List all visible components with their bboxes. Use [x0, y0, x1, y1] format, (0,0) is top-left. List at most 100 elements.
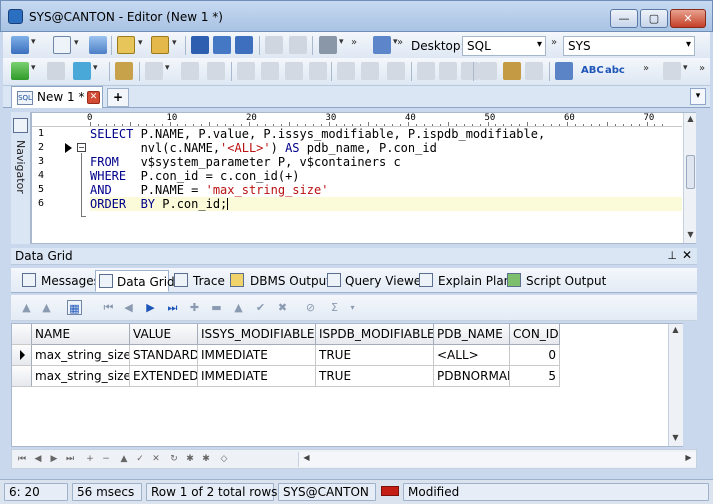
execute-script-icon[interactable] [73, 62, 98, 80]
close-window-button[interactable]: ✕ [670, 9, 706, 28]
uncomment-icon[interactable] [439, 62, 457, 80]
scroll-left-icon[interactable]: ◀ [301, 453, 312, 465]
navigator-sidebar[interactable]: Navigator [11, 112, 31, 244]
copy-result-icon[interactable] [479, 62, 497, 80]
next-record-icon[interactable]: ▶ [143, 300, 158, 315]
scroll-thumb[interactable] [686, 155, 695, 189]
disconnect-icon[interactable] [89, 36, 107, 54]
prior-record-icon[interactable]: ◀ [121, 300, 136, 315]
nav-filter-icon[interactable]: ◇ [218, 453, 230, 465]
pin-icon[interactable]: ⊥ [667, 249, 677, 262]
explain-plan-icon[interactable] [115, 62, 133, 80]
close-panel-icon[interactable]: ✕ [682, 248, 692, 262]
refresh-icon[interactable]: ⊘ [303, 300, 318, 315]
data-grid[interactable]: ▲ ▼ NAME VALUE ISSYS_MODIFIABLE ISPDB_MODIF… [11, 323, 683, 447]
code-area[interactable]: SELECT P.NAME, P.value, P.issys_modifiab… [90, 127, 682, 243]
grid-options-icon[interactable]: ▦ [67, 300, 82, 315]
code-line[interactable]: nvl(c.NAME,'<ALL>') AS pdb_name, P.con_i… [90, 141, 437, 155]
column-header[interactable]: VALUE [130, 324, 198, 345]
row-indicator[interactable] [12, 366, 32, 387]
new-tab-button[interactable]: + [107, 88, 129, 107]
lock-icon[interactable]: ▲ [19, 300, 34, 315]
column-header[interactable]: CON_ID [510, 324, 560, 345]
save-all-icon[interactable] [235, 36, 253, 54]
grid-horizontal-scrollbar[interactable]: ◀ ▶ [298, 452, 696, 467]
step-over-icon[interactable] [261, 62, 279, 80]
code-line[interactable]: FROM v$system_parameter P, v$containers … [90, 155, 401, 169]
desktop-icon[interactable] [373, 36, 398, 54]
tab-list-button[interactable]: ▾ [690, 88, 706, 105]
code-line[interactable]: SELECT P.NAME, P.value, P.issys_modifiab… [90, 127, 545, 141]
sum-icon[interactable]: Σ [327, 300, 342, 315]
toolbar-overflow-icon[interactable]: » [351, 37, 357, 48]
save-as-icon[interactable] [213, 36, 231, 54]
nav-edit-icon[interactable]: ▲ [118, 453, 130, 465]
table-cell[interactable]: EXTENDED [130, 366, 198, 387]
column-icon[interactable] [555, 62, 573, 80]
grid-corner[interactable] [12, 324, 32, 345]
evaluate-icon[interactable] [387, 62, 405, 80]
clipboard-icon[interactable] [525, 62, 543, 80]
lock-alt-icon[interactable]: ▲ [39, 300, 54, 315]
recent-files-icon[interactable] [151, 36, 177, 54]
code-line[interactable]: AND P.NAME = 'max_string_size' [90, 183, 328, 197]
row-indicator[interactable] [12, 345, 32, 366]
options-icon[interactable] [663, 62, 688, 80]
insert-record-icon[interactable]: ✚ [187, 300, 202, 315]
desktop-select[interactable]: SQL [462, 36, 546, 56]
nav-next-page-icon[interactable]: ▶ [48, 453, 60, 465]
code-line[interactable]: ORDER BY P.con_id; [90, 197, 682, 211]
comment-icon[interactable] [417, 62, 435, 80]
nav-prior-page-icon[interactable]: ◀ [32, 453, 44, 465]
scroll-down-icon[interactable]: ▼ [685, 230, 696, 241]
first-record-icon[interactable]: ⏮ [101, 300, 116, 315]
nav-last-page-icon[interactable]: ⏭ [64, 453, 76, 465]
column-header[interactable]: NAME [32, 324, 130, 345]
breakpoint-icon[interactable] [337, 62, 355, 80]
stop-icon[interactable] [47, 62, 65, 80]
execute-icon[interactable] [11, 62, 36, 80]
more-tools-icon[interactable] [461, 62, 486, 80]
table-cell[interactable]: 0 [510, 345, 560, 366]
fold-toggle[interactable]: − [77, 143, 86, 152]
sql-editor[interactable]: 0 10 20 30 40 50 60 70 123456 − SELECT P.NAME, … [31, 112, 696, 244]
toolbar-overflow-icon-3[interactable]: » [551, 37, 557, 48]
cut-icon[interactable] [265, 36, 283, 54]
paste-icon[interactable] [503, 62, 521, 80]
grid-scroll-down-icon[interactable]: ▼ [670, 433, 681, 444]
table-cell[interactable]: <ALL> [434, 345, 510, 366]
uppercase-button[interactable]: ABC [581, 65, 604, 76]
debug-icon[interactable] [145, 62, 170, 80]
table-cell[interactable]: 5 [510, 366, 560, 387]
tab-query-viewer[interactable]: Query Viewer [325, 270, 426, 292]
run-to-cursor-icon[interactable] [309, 62, 327, 80]
grid-vertical-scrollbar[interactable]: ▲ ▼ [668, 324, 683, 446]
copy-icon[interactable] [289, 36, 307, 54]
nav-cancel-icon[interactable]: ✕ [150, 453, 162, 465]
scroll-right-icon[interactable]: ▶ [683, 453, 694, 465]
last-record-icon[interactable]: ⏭ [165, 300, 180, 315]
table-cell[interactable]: max_string_size [32, 345, 130, 366]
nav-post-icon[interactable]: ✓ [134, 453, 146, 465]
delete-record-icon[interactable]: ▬ [209, 300, 224, 315]
nav-bookmark-icon[interactable]: ✱ [184, 453, 196, 465]
cancel-edit-icon[interactable]: ✖ [275, 300, 290, 315]
nav-insert-icon[interactable]: + [84, 453, 96, 465]
editor-vertical-scrollbar[interactable]: ▲ ▼ [683, 113, 696, 243]
step-into-icon[interactable] [237, 62, 255, 80]
edit-record-icon[interactable]: ▲ [231, 300, 246, 315]
connect-icon[interactable] [11, 36, 36, 54]
grid-scroll-up-icon[interactable]: ▲ [670, 325, 681, 336]
table-cell[interactable]: TRUE [316, 345, 434, 366]
lowercase-button[interactable]: abc [605, 65, 625, 76]
tab-explain-plan[interactable]: Explain Plan [417, 270, 511, 292]
nav-delete-icon[interactable]: − [100, 453, 112, 465]
sum-dropdown-icon[interactable]: ▾ [345, 300, 360, 315]
table-cell[interactable]: STANDARD [130, 345, 198, 366]
toolbar-overflow-icon-2[interactable]: » [397, 37, 403, 48]
column-header[interactable]: PDB_NAME [434, 324, 510, 345]
tab-new-1[interactable]: SQL New 1 * ✕ [11, 86, 103, 108]
column-header[interactable]: ISPDB_MODIFIABLE [316, 324, 434, 345]
table-cell[interactable]: max_string_size [32, 366, 130, 387]
toolbar-overflow-icon-5[interactable]: » [699, 63, 705, 74]
